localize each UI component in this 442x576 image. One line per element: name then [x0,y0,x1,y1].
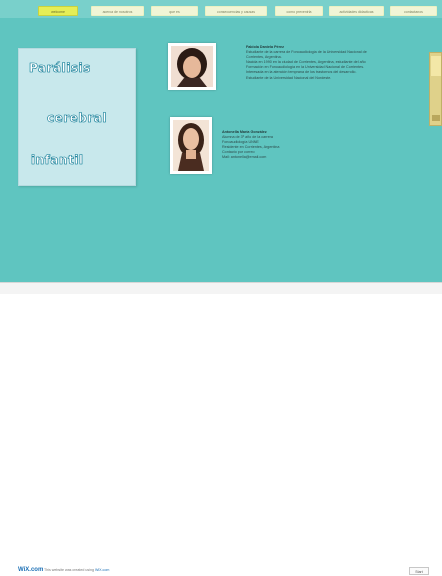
side-share-widget[interactable] [429,52,442,126]
nav-tab-what-is[interactable]: que es [151,6,198,16]
footer-credit: This website was created using WiX.com [44,568,109,572]
nav-tab-contact[interactable]: contactanos [390,6,437,16]
nav-tab-activities[interactable]: actividades didacticas [329,6,384,16]
portrait-image [171,46,213,87]
share-tab[interactable] [431,56,441,76]
title-word-cerebral: cerebral [47,111,108,126]
profile-photo-1 [168,43,216,90]
nav-tab-causes[interactable]: consecuencias y causas [205,6,267,16]
portrait-image [173,120,209,171]
title-word-paralisis: Parálisis [29,61,91,76]
bio-line: Estudiante de la Universidad Nacional de… [246,75,332,80]
title-panel: Parálisis cerebral infantil [18,48,136,186]
wix-footer-bar: WiX.com This website was created using W… [0,282,442,575]
start-button[interactable]: Start [409,567,429,575]
bio-text-1: Fabiola Daniela Pérez Estudiante de la c… [246,45,432,81]
profile-photo-2 [170,117,212,174]
bio-line: Mail: antonella@email.com [222,155,267,160]
nav-tab-prevention[interactable]: como prevenirla [275,6,323,16]
footer-link[interactable]: WiX.com [95,568,109,572]
collapse-arrow-icon[interactable] [432,115,440,121]
footer-credit-text: This website was created using [44,568,94,572]
nav-tab-welcome[interactable]: welcome [38,6,78,16]
bio-text-2: Antonella María González Alumna de 3º añ… [222,130,372,161]
top-navigation: welcome acerca de nosotros que es consec… [0,0,442,18]
nav-tab-about-us[interactable]: acerca de nosotros [91,6,144,16]
wix-logo[interactable]: WiX.com [18,567,43,573]
site-canvas: welcome acerca de nosotros que es consec… [0,0,442,282]
title-word-infantil: infantil [31,153,84,168]
